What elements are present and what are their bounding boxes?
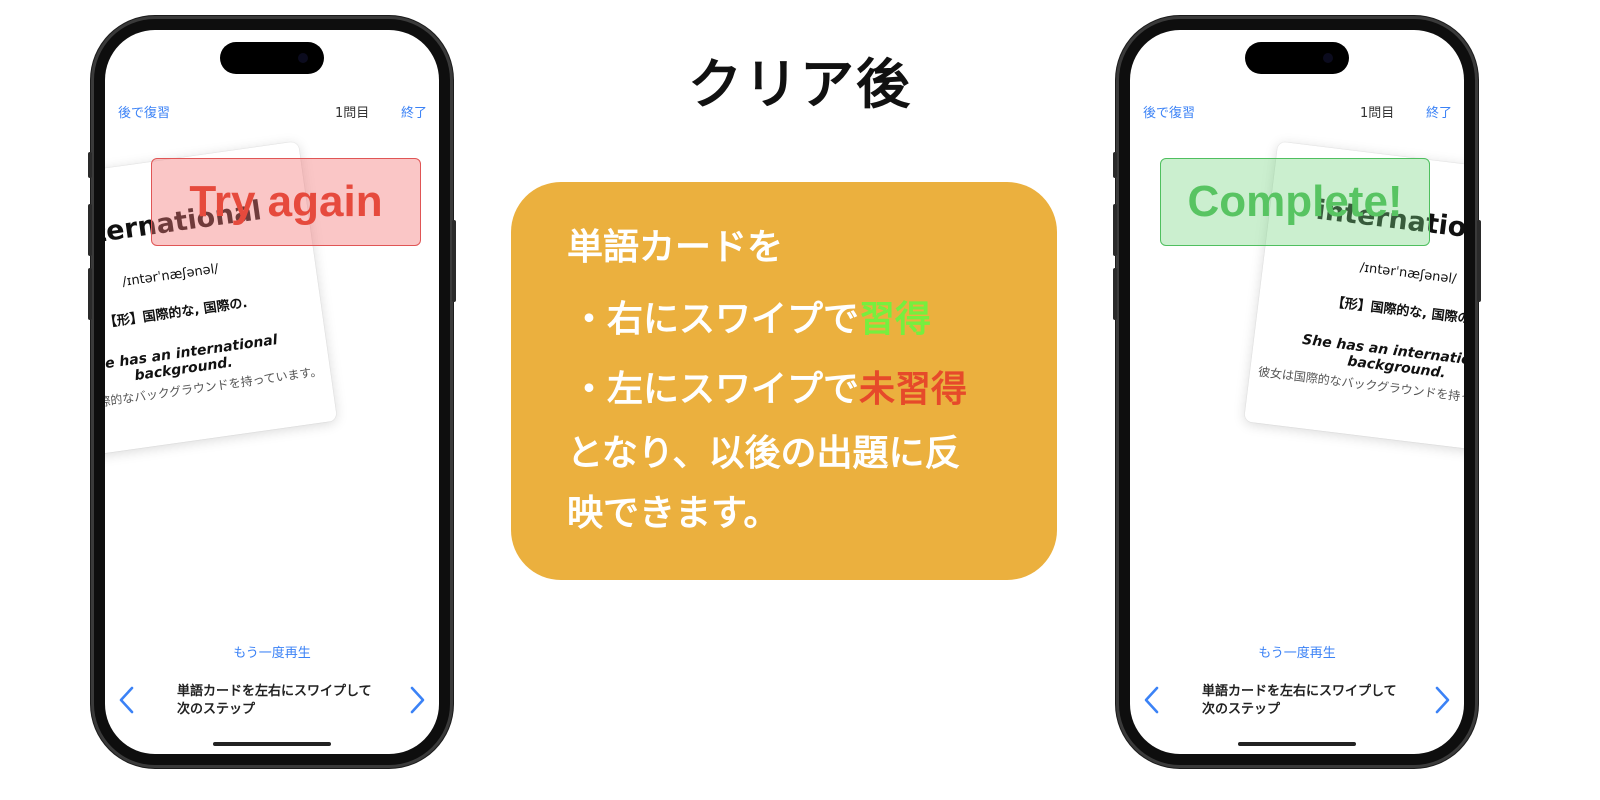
swipe-hint: 単語カードを左右にスワイプして次のステップ <box>177 684 372 717</box>
right-phone-mockup: 後で復習 1問目 終了 international /ɪntərˈnæʃənəl… <box>1113 16 1481 768</box>
chevron-right-icon[interactable] <box>1432 680 1452 720</box>
chevron-left-icon[interactable] <box>117 680 137 720</box>
replay-button[interactable]: もう一度再生 <box>1130 642 1464 661</box>
panel-line-intro: 単語カードを <box>567 227 784 268</box>
complete-stamp: Complete! <box>1160 158 1430 246</box>
panel-line-swipe-right: ・右にスワイプで習得 <box>571 298 931 342</box>
volume-up-button <box>88 204 92 256</box>
card-meaning: 【形】国際的な, 国際の. <box>1330 295 1464 328</box>
chevron-left-icon[interactable] <box>1142 680 1162 720</box>
volume-up-button <box>1113 204 1117 256</box>
finish-button[interactable]: 終了 <box>1426 102 1452 121</box>
question-counter: 1問目 <box>1360 106 1395 121</box>
power-button <box>452 220 456 302</box>
power-button <box>1477 220 1481 302</box>
try-again-stamp: Try again <box>151 158 421 246</box>
phone-screen: 後で復習 1問目 終了 international /ɪntərˈnæʃənəl… <box>1130 30 1464 754</box>
unlearned-label: 未習得 <box>859 369 968 410</box>
camera-dot <box>1323 53 1333 63</box>
home-indicator <box>1238 742 1356 746</box>
action-button <box>88 152 92 178</box>
swipe-hint: 単語カードを左右にスワイプして次のステップ <box>1202 684 1397 717</box>
swipe-left-text: ・左にスワイプで <box>571 369 860 410</box>
review-later-button[interactable]: 後で復習 <box>1143 102 1195 121</box>
swipe-right-text: ・右にスワイプで <box>571 299 860 340</box>
panel-line-result-cont: 映できます。 <box>567 493 780 534</box>
phone-screen: 後で復習 1問目 終了 international /ɪntərˈnæʃənəl… <box>105 30 439 754</box>
learned-label: 習得 <box>859 299 932 340</box>
volume-down-button <box>88 268 92 320</box>
home-indicator <box>213 742 331 746</box>
explanation-panel: 単語カードを ・右にスワイプで習得 ・左にスワイプで未習得 となり、以後の出題に… <box>511 182 1057 580</box>
panel-line-swipe-left: ・左にスワイプで未習得 <box>571 368 967 412</box>
chevron-right-icon[interactable] <box>407 680 427 720</box>
replay-button[interactable]: もう一度再生 <box>105 642 439 661</box>
action-button <box>1113 152 1117 178</box>
volume-down-button <box>1113 268 1117 320</box>
panel-line-result: となり、以後の出題に反 <box>567 433 961 474</box>
left-phone-mockup: 後で復習 1問目 終了 international /ɪntərˈnæʃənəl… <box>88 16 456 768</box>
dynamic-island <box>1245 42 1349 74</box>
